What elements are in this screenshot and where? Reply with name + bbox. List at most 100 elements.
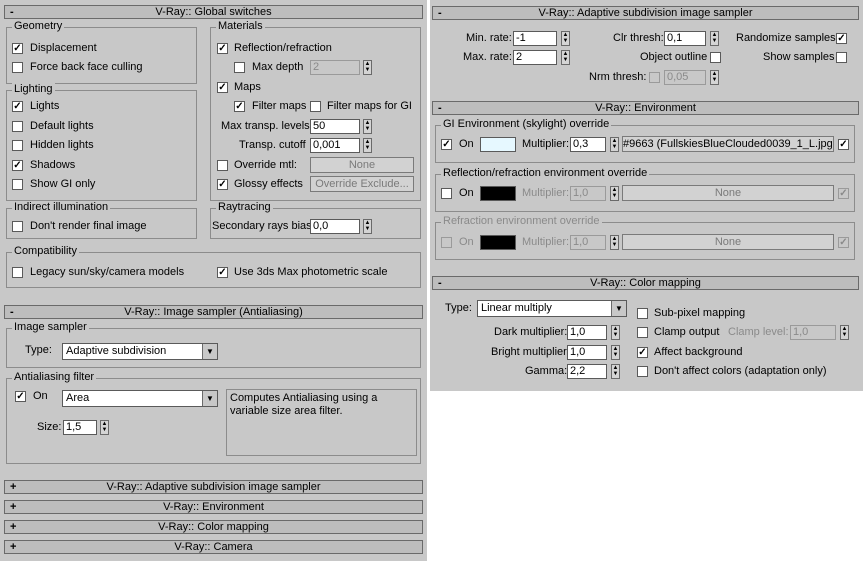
checkbox-displacement[interactable]: ✓ xyxy=(12,43,23,54)
refr-multiplier-arrows[interactable]: ▲ ▼ xyxy=(610,235,619,250)
label-max-transp-levels: Max transp. levels xyxy=(221,120,310,132)
label-randomize-samples: Randomize samples xyxy=(736,32,836,44)
checkbox-force-back-face[interactable] xyxy=(12,62,23,73)
rollout-adaptive-collapsed[interactable]: + V-Ray:: Adaptive subdivision image sam… xyxy=(4,480,423,494)
label-min-rate: Min. rate: xyxy=(466,32,512,44)
checkbox-filter-maps[interactable]: ✓ xyxy=(234,101,245,112)
secondary-rays-bias-spinner[interactable]: 0,0 xyxy=(310,219,360,234)
checkbox-aa-on[interactable]: ✓ xyxy=(15,391,26,402)
aa-size-spinner[interactable]: 1,5 xyxy=(63,420,97,435)
rollout-environment-collapsed[interactable]: + V-Ray:: Environment xyxy=(4,500,423,514)
refr-env-color-swatch[interactable] xyxy=(480,235,516,250)
bright-multiplier-arrows[interactable]: ▲ ▼ xyxy=(611,345,620,360)
label-displacement: Displacement xyxy=(30,42,97,54)
checkbox-gi-env-map[interactable]: ✓ xyxy=(838,139,849,150)
chevron-down-icon: ▼ xyxy=(202,344,217,359)
clamp-level-spinner[interactable]: 1,0 xyxy=(790,325,836,340)
gi-env-map-button[interactable]: #9663 (FullskiesBlueClouded0039_1_L.jpg) xyxy=(622,136,834,152)
label-aa-on: On xyxy=(33,390,48,402)
checkbox-filter-maps-gi[interactable] xyxy=(310,101,321,112)
aa-size-arrows[interactable]: ▲ ▼ xyxy=(100,420,109,435)
refr-multiplier-spinner[interactable]: 1,0 xyxy=(570,235,606,250)
aa-filter-dropdown[interactable]: Area ▼ xyxy=(62,390,218,407)
checkbox-shadows[interactable]: ✓ xyxy=(12,160,23,171)
checkbox-hidden-lights[interactable] xyxy=(12,140,23,151)
checkbox-sub-pixel-mapping[interactable] xyxy=(637,308,648,319)
min-rate-arrows[interactable]: ▲ ▼ xyxy=(561,31,570,46)
checkbox-refr-env-map[interactable]: ✓ xyxy=(838,237,849,248)
max-transp-arrows[interactable]: ▲ ▼ xyxy=(363,119,372,134)
label-show-gi-only: Show GI only xyxy=(30,178,96,190)
label-show-samples: Show samples xyxy=(763,51,835,63)
checkbox-show-samples[interactable] xyxy=(836,52,847,63)
label-gi-env-on: On xyxy=(459,138,474,150)
gamma-spinner[interactable]: 2,2 xyxy=(567,364,607,379)
checkbox-clamp-output[interactable] xyxy=(637,327,648,338)
max-depth-spinner[interactable]: 2 xyxy=(310,60,360,75)
max-transp-levels-spinner[interactable]: 50 xyxy=(310,119,360,134)
max-rate-spinner[interactable]: 2 xyxy=(513,50,557,65)
checkbox-photometric-scale[interactable]: ✓ xyxy=(217,267,228,278)
rollout-global-switches[interactable]: - V-Ray:: Global switches xyxy=(4,5,423,19)
refl-env-color-swatch[interactable] xyxy=(480,186,516,201)
refl-multiplier-spinner[interactable]: 1,0 xyxy=(570,186,606,201)
chevron-down-icon: ▼ xyxy=(611,301,626,316)
gamma-arrows[interactable]: ▲ ▼ xyxy=(611,364,620,379)
checkbox-dont-affect-colors[interactable] xyxy=(637,366,648,377)
checkbox-max-depth[interactable] xyxy=(234,62,245,73)
clamp-level-arrows[interactable]: ▲ ▼ xyxy=(840,325,849,340)
rollout-camera-collapsed[interactable]: + V-Ray:: Camera xyxy=(4,540,423,554)
label-refr-env-on: On xyxy=(459,236,474,248)
nrm-thresh-arrows[interactable]: ▲ ▼ xyxy=(710,70,719,85)
checkbox-glossy-effects[interactable]: ✓ xyxy=(217,179,228,190)
refl-multiplier-arrows[interactable]: ▲ ▼ xyxy=(610,186,619,201)
checkbox-override-mtl[interactable] xyxy=(217,160,228,171)
rollout-image-sampler[interactable]: - V-Ray:: Image sampler (Antialiasing) xyxy=(4,305,423,319)
refr-env-map-button[interactable]: None xyxy=(622,234,834,250)
clr-thresh-arrows[interactable]: ▲ ▼ xyxy=(710,31,719,46)
secondary-rays-bias-arrows[interactable]: ▲ ▼ xyxy=(363,219,372,234)
rollout-color-mapping-collapsed[interactable]: + V-Ray:: Color mapping xyxy=(4,520,423,534)
bright-multiplier-spinner[interactable]: 1,0 xyxy=(567,345,607,360)
checkbox-refl-env-map[interactable]: ✓ xyxy=(838,188,849,199)
label-sampler-type: Type: xyxy=(25,344,52,356)
label-object-outline: Object outline xyxy=(640,51,708,63)
min-rate-spinner[interactable]: -1 xyxy=(513,31,557,46)
checkbox-affect-background[interactable]: ✓ xyxy=(637,347,648,358)
label-photometric-scale: Use 3ds Max photometric scale xyxy=(234,266,388,278)
checkbox-refr-env-on[interactable] xyxy=(441,237,452,248)
gi-multiplier-spinner[interactable]: 0,3 xyxy=(570,137,606,152)
rollout-environment[interactable]: - V-Ray:: Environment xyxy=(432,101,859,115)
dark-multiplier-spinner[interactable]: 1,0 xyxy=(567,325,607,340)
checkbox-show-gi-only[interactable] xyxy=(12,179,23,190)
gi-env-color-swatch[interactable] xyxy=(480,137,516,152)
max-depth-arrows[interactable]: ▲ ▼ xyxy=(363,60,372,75)
checkbox-object-outline[interactable] xyxy=(710,52,721,63)
colormap-type-dropdown[interactable]: Linear multiply ▼ xyxy=(477,300,627,317)
label-affect-background: Affect background xyxy=(654,346,743,358)
checkbox-dont-render-final[interactable] xyxy=(12,221,23,232)
override-exclude-button[interactable]: Override Exclude... xyxy=(310,176,414,192)
gi-multiplier-arrows[interactable]: ▲ ▼ xyxy=(610,137,619,152)
checkbox-refl-env-on[interactable] xyxy=(441,188,452,199)
rollout-adaptive-subdivision[interactable]: - V-Ray:: Adaptive subdivision image sam… xyxy=(432,6,859,20)
rollout-color-mapping[interactable]: - V-Ray:: Color mapping xyxy=(432,276,859,290)
transp-cutoff-arrows[interactable]: ▲ ▼ xyxy=(363,138,372,153)
max-rate-arrows[interactable]: ▲ ▼ xyxy=(561,50,570,65)
checkbox-legacy-sun-sky[interactable] xyxy=(12,267,23,278)
refl-env-map-button[interactable]: None xyxy=(622,185,834,201)
clr-thresh-spinner[interactable]: 0,1 xyxy=(664,31,706,46)
checkbox-nrm-thresh[interactable] xyxy=(649,72,660,83)
dark-multiplier-arrows[interactable]: ▲ ▼ xyxy=(611,325,620,340)
label-aa-size: Size: xyxy=(37,421,62,433)
nrm-thresh-spinner[interactable]: 0,05 xyxy=(664,70,706,85)
checkbox-gi-env-on[interactable]: ✓ xyxy=(441,139,452,150)
override-mtl-button[interactable]: None xyxy=(310,157,414,173)
checkbox-reflection-refraction[interactable]: ✓ xyxy=(217,43,228,54)
checkbox-randomize-samples[interactable]: ✓ xyxy=(836,33,847,44)
transp-cutoff-spinner[interactable]: 0,001 xyxy=(310,138,360,153)
checkbox-lights[interactable]: ✓ xyxy=(12,101,23,112)
checkbox-maps[interactable]: ✓ xyxy=(217,82,228,93)
sampler-type-dropdown[interactable]: Adaptive subdivision ▼ xyxy=(62,343,218,360)
checkbox-default-lights[interactable] xyxy=(12,121,23,132)
